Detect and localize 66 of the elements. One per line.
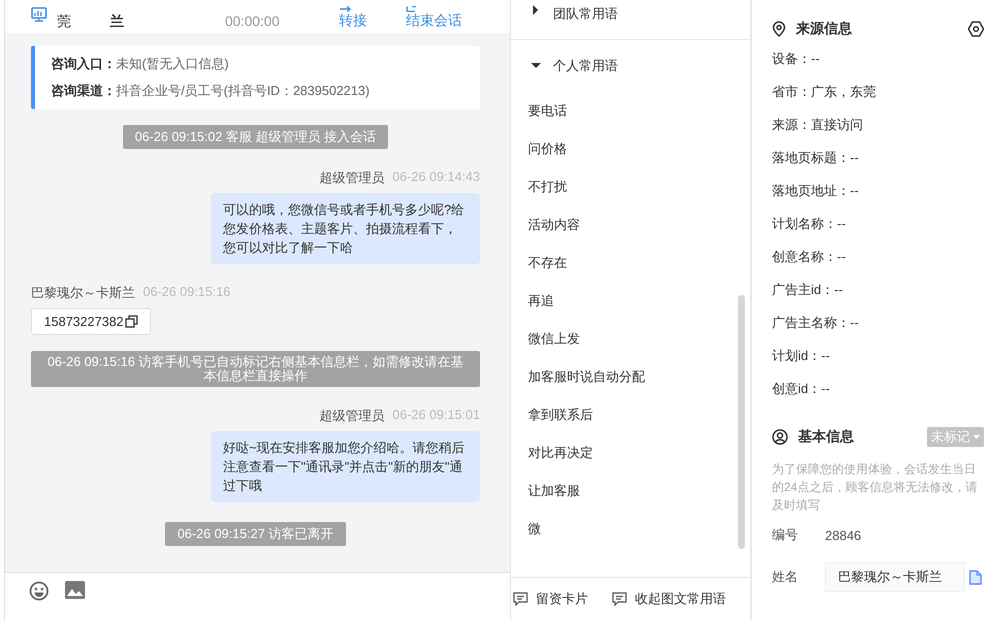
- message-icon: [513, 592, 528, 606]
- system-notice: 06-26 09:15:16 访客手机号已自动标记右侧基本信息栏，如需修改请在基本信息栏直接操作: [31, 351, 480, 387]
- phrase-item[interactable]: 活动内容: [528, 216, 750, 254]
- field-label: 编号: [772, 526, 799, 544]
- settings-icon[interactable]: [968, 21, 984, 37]
- phrase-item[interactable]: 不打扰: [528, 178, 750, 216]
- source-field: 来源：直接访问: [772, 117, 990, 150]
- source-field: 计划名称：--: [772, 216, 990, 249]
- session-time: 00:00:00: [225, 12, 280, 30]
- info-note: 为了保障您的使用体验，会话发生当日的24点之后，顾客信息将无法修改，请及时填写: [772, 461, 978, 514]
- sender-name: 超级管理员: [320, 407, 385, 425]
- message-time: 06-26 09:14:43: [392, 169, 480, 186]
- info-value: 未知(暂无入口信息): [116, 55, 229, 73]
- phrase-item[interactable]: 加客服时说自动分配: [528, 368, 750, 406]
- source-field: 省市：广东，东莞: [772, 84, 990, 117]
- phrase-item[interactable]: 问价格: [528, 140, 750, 178]
- system-notice: 06-26 09:15:27 访客已离开: [165, 522, 346, 546]
- visitor-name: 兰: [110, 12, 125, 30]
- info-label: 咨询渠道：: [51, 82, 116, 100]
- phrase-item[interactable]: 让加客服: [528, 482, 750, 520]
- info-label: 咨询入口：: [51, 55, 116, 73]
- source-field: 创意名称：--: [772, 249, 990, 282]
- phrase-group-header[interactable]: 个人常用语: [511, 52, 750, 80]
- phrase-item[interactable]: 不存在: [528, 254, 750, 292]
- caret-right-icon: [531, 5, 541, 15]
- message-time: 06-26 09:15:01: [392, 407, 480, 424]
- arrow-icon: [339, 6, 351, 12]
- name-input[interactable]: 巴黎瑰尔～卡斯兰: [825, 562, 965, 592]
- emoji-icon[interactable]: [29, 581, 49, 601]
- monitor-icon: [31, 6, 47, 22]
- info-value: 抖音企业号/员工号(抖音号ID：2839502213): [116, 82, 370, 100]
- phrase-item[interactable]: 要电话: [528, 102, 750, 140]
- source-field: 广告主id：--: [772, 282, 990, 315]
- phrase-item[interactable]: 拿到联系后: [528, 406, 750, 444]
- field-value: 28846: [825, 528, 862, 542]
- caret-down-icon: [531, 61, 541, 71]
- system-notice: 06-26 09:15:02 客服 超级管理员 接入会话: [122, 125, 388, 149]
- message-bubble: 好哒~现在安排客服加您介绍哈。请您稍后注意查看一下"通讯录"并点击"新的朋友"通过下哦: [211, 431, 480, 502]
- source-field: 广告主名称：--: [772, 315, 990, 348]
- sender-name: 超级管理员: [320, 169, 385, 187]
- phrase-item[interactable]: 微信上发: [528, 330, 750, 368]
- source-field: 计划id：--: [772, 348, 990, 381]
- message-icon: [612, 592, 627, 606]
- caret-down-icon: [973, 435, 980, 439]
- phrase-item[interactable]: 对比再决定: [528, 444, 750, 482]
- field-label: 姓名: [772, 568, 799, 586]
- visitor-location: 莞: [57, 12, 72, 30]
- copy-icon[interactable]: [124, 315, 138, 328]
- sender-name: 巴黎瑰尔～卡斯兰: [31, 284, 135, 302]
- source-field: 创意id：--: [772, 381, 990, 414]
- source-field: 落地页地址：--: [772, 183, 990, 216]
- user-icon: [772, 429, 788, 445]
- source-field: 落地页标题：--: [772, 150, 990, 183]
- scrollbar[interactable]: [738, 295, 745, 549]
- message-bubble: 可以的哦，您微信号或者手机号多少呢?给您发价格表、主题客片、拍摄流程看下，您可以对比了解一下哈: [211, 193, 480, 264]
- section-title: 来源信息: [796, 20, 852, 38]
- phrase-item[interactable]: 再追: [528, 292, 750, 330]
- phrase-item[interactable]: 微: [528, 520, 750, 558]
- message-text: 15873227382: [44, 314, 124, 329]
- footer-button[interactable]: 留资卡片: [513, 590, 588, 608]
- source-field: 设备：--: [772, 51, 990, 84]
- image-icon[interactable]: [65, 581, 85, 599]
- location-pin-icon: [772, 21, 786, 37]
- message-time: 06-26 09:15:16: [143, 284, 230, 301]
- section-title: 基本信息: [798, 428, 854, 446]
- footer-button[interactable]: 收起图文常用语: [612, 590, 726, 608]
